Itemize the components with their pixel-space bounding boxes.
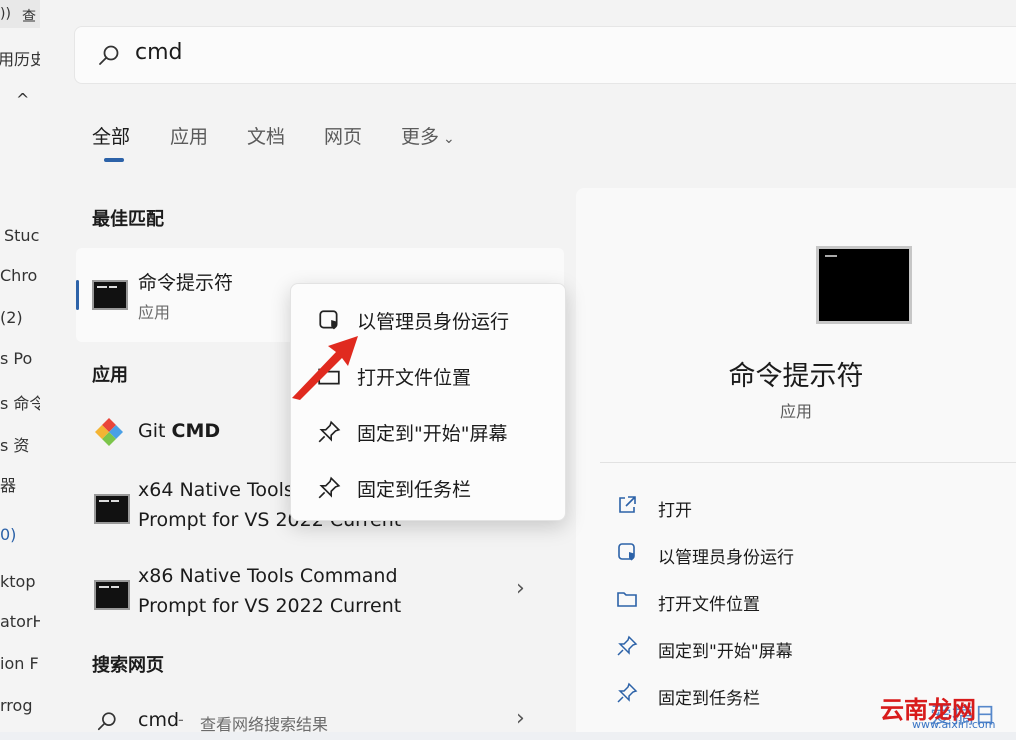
preview-divider bbox=[600, 462, 1016, 463]
bg-fragment: s 命令 bbox=[0, 394, 41, 413]
preview-subtitle: 应用 bbox=[779, 402, 812, 421]
action-label: 以管理员身份运行 bbox=[658, 548, 794, 568]
action-label: 打开文件位置 bbox=[658, 595, 760, 615]
app-line2: Prompt for VS 2022 Current bbox=[138, 595, 402, 617]
menu-item-pin-to-taskbar[interactable]: 固定到任务栏 bbox=[291, 462, 565, 514]
open-icon bbox=[616, 494, 638, 521]
chevron-right-icon[interactable]: › bbox=[516, 706, 525, 731]
tab-web[interactable]: 网页 bbox=[324, 122, 362, 149]
bg-fragment: 0) bbox=[0, 525, 17, 544]
preview-panel: 命令提示符 应用 打开 以管理员身份运行 打开文件位置 固定到"开始"屏幕 固定… bbox=[576, 188, 1016, 732]
annotation-arrow-icon bbox=[292, 336, 358, 400]
tab-documents[interactable]: 文档 bbox=[247, 122, 285, 149]
pin-icon bbox=[616, 635, 638, 662]
cmd-large-icon bbox=[816, 246, 912, 324]
watermark-url: www.aixiri.com bbox=[912, 718, 996, 731]
web-query: cmd bbox=[138, 709, 180, 731]
bg-fragment: s Po bbox=[0, 349, 33, 368]
bg-fragment: )) bbox=[0, 6, 11, 22]
app-item-label: Git CMD bbox=[138, 420, 220, 442]
chevron-down-icon: ⌄ bbox=[443, 131, 455, 147]
menu-item-pin-to-start[interactable]: 固定到"开始"屏幕 bbox=[291, 406, 565, 458]
bg-fragment: ktop bbox=[0, 572, 36, 591]
web-search-item[interactable]: cmd - 查看网络搜索结果 › bbox=[76, 700, 564, 740]
bg-fragment: Chro bbox=[0, 266, 38, 285]
tab-apps[interactable]: 应用 bbox=[170, 122, 208, 149]
app-name-bold: CMD bbox=[171, 420, 221, 442]
bg-fragment: 用历史 bbox=[0, 50, 40, 69]
tab-more-label: 更多 bbox=[401, 126, 440, 148]
search-box[interactable]: cmd bbox=[74, 26, 1016, 84]
tab-all[interactable]: 全部 bbox=[92, 122, 130, 149]
action-label: 固定到任务栏 bbox=[658, 689, 760, 709]
cmd-icon bbox=[92, 280, 128, 310]
preview-title: 命令提示符 bbox=[728, 361, 864, 392]
best-match-name: 命令提示符 bbox=[138, 272, 234, 294]
section-apps: 应用 bbox=[92, 365, 128, 386]
search-query[interactable]: cmd bbox=[135, 40, 183, 65]
background-window: )) 查 用历史 ^ Stuc Chro (2) s Po s 命令 s 资 器… bbox=[0, 0, 41, 732]
menu-item-label: 固定到任务栏 bbox=[357, 479, 472, 501]
app-name-prefix: Git bbox=[138, 420, 172, 442]
app-item-x86-native-tools[interactable]: x86 Native Tools Command Prompt for VS 2… bbox=[76, 556, 564, 630]
bg-fragment: ^ bbox=[16, 90, 30, 109]
bg-fragment: Stuc bbox=[4, 226, 40, 245]
active-tab-indicator bbox=[104, 158, 124, 162]
cmd-icon bbox=[94, 580, 130, 610]
selection-accent bbox=[76, 280, 79, 310]
section-best-match: 最佳匹配 bbox=[92, 209, 164, 230]
menu-item-label: 打开文件位置 bbox=[357, 367, 472, 389]
search-icon bbox=[97, 43, 121, 71]
chevron-right-icon[interactable]: › bbox=[516, 576, 525, 601]
pin-icon bbox=[616, 682, 638, 709]
action-label: 固定到"开始"屏幕 bbox=[658, 642, 793, 662]
bg-fragment: (2) bbox=[0, 308, 23, 327]
folder-icon bbox=[616, 588, 638, 615]
cmd-icon bbox=[94, 494, 130, 524]
tab-more[interactable]: 更多 ⌄ bbox=[401, 122, 455, 149]
bg-fragment: rrog bbox=[0, 696, 33, 715]
section-web: 搜索网页 bbox=[92, 655, 164, 676]
pin-icon bbox=[317, 476, 341, 504]
git-icon bbox=[94, 417, 124, 451]
bg-fragment: ion F bbox=[0, 654, 39, 673]
bg-fragment: atorH bbox=[0, 612, 41, 631]
search-icon bbox=[96, 710, 118, 736]
bg-fragment: 器 bbox=[0, 476, 17, 495]
web-separator: - bbox=[178, 710, 184, 729]
shield-icon bbox=[616, 541, 638, 568]
bg-fragment: 查 bbox=[22, 9, 36, 25]
menu-item-label: 固定到"开始"屏幕 bbox=[357, 423, 508, 445]
app-line1: x86 Native Tools Command bbox=[138, 565, 398, 587]
action-label: 打开 bbox=[658, 501, 692, 521]
bg-fragment: s 资 bbox=[0, 436, 30, 455]
pin-icon bbox=[317, 420, 341, 448]
web-hint: 查看网络搜索结果 bbox=[200, 715, 329, 734]
menu-item-label: 以管理员身份运行 bbox=[357, 311, 510, 333]
best-match-kind: 应用 bbox=[138, 303, 171, 322]
